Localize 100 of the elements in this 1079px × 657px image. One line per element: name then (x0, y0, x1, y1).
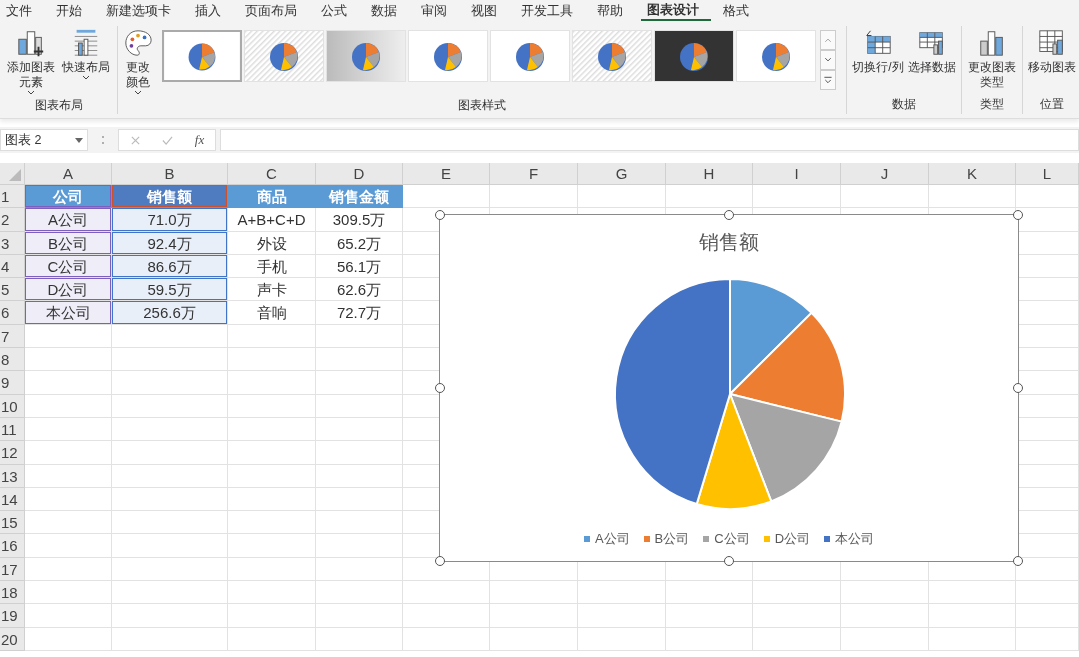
ribbon-button[interactable]: 切换行/列 (851, 26, 905, 77)
column-header[interactable]: D (316, 163, 403, 185)
row-header[interactable]: 12 (0, 441, 25, 465)
group-label: 图表布局 (34, 97, 83, 114)
legend-label: C公司 (714, 530, 750, 548)
column-header[interactable]: I (753, 163, 841, 185)
table-cell: D公司 (25, 278, 112, 302)
column-header[interactable]: C (228, 163, 316, 185)
row-header[interactable]: 20 (0, 627, 25, 651)
group-label: 类型 (979, 96, 1004, 113)
table-cell (1016, 604, 1079, 628)
table-cell: 59.5万 (112, 278, 228, 302)
table-cell: 92.4万 (112, 231, 228, 255)
column-header[interactable]: E (403, 163, 490, 185)
chart-add-icon (15, 28, 46, 58)
table-cell: 商品 (228, 185, 316, 209)
ribbon-tab[interactable]: 视图 (465, 1, 509, 21)
row-header[interactable]: 19 (0, 604, 25, 628)
column-header[interactable]: J (841, 163, 929, 185)
row-header[interactable]: 4 (0, 254, 25, 279)
row-header[interactable]: 15 (0, 511, 25, 535)
table-cell: C公司 (25, 254, 112, 279)
ribbon-tab[interactable]: 开发工具 (515, 1, 585, 21)
legend-label: D公司 (774, 530, 811, 548)
row-header[interactable]: 18 (0, 581, 25, 605)
ribbon-tab[interactable]: 审阅 (415, 1, 459, 21)
insert-function-button[interactable]: fx (194, 132, 205, 148)
table-cell: A公司 (25, 208, 112, 232)
palette-icon (123, 28, 154, 58)
column-header[interactable]: H (666, 163, 753, 185)
resize-handle[interactable] (1013, 210, 1023, 220)
column-header[interactable]: L (1016, 163, 1079, 185)
change-chart-type-button[interactable]: 更改图表类型 (965, 26, 1018, 92)
table-cell: 56.1万 (316, 254, 403, 279)
table-cell (1016, 581, 1079, 605)
ribbon-tab[interactable]: 公式 (315, 1, 359, 21)
row-header[interactable]: 3 (0, 231, 25, 255)
table-cell: 本公司 (25, 301, 112, 325)
table-cell (1016, 185, 1079, 209)
resize-handle[interactable] (724, 556, 734, 566)
table-cell: 声卡 (228, 278, 316, 302)
table-cell: 外设 (228, 231, 316, 255)
ribbon-tab[interactable]: 数据 (365, 1, 409, 21)
caret-icon (26, 90, 35, 95)
row-header[interactable]: 5 (0, 278, 25, 302)
chart-style-thumbnail[interactable] (162, 30, 243, 82)
table-cell: 手机 (228, 254, 316, 279)
row-header[interactable]: 1 (0, 185, 25, 209)
resize-handle[interactable] (435, 210, 445, 220)
ribbon-button[interactable]: 选择数据 (906, 26, 957, 77)
name-box[interactable]: 图表 2 (0, 129, 88, 151)
row-header[interactable]: 2 (0, 208, 25, 232)
row-header[interactable]: 11 (0, 417, 25, 442)
column-header[interactable]: F (490, 163, 578, 185)
column-header[interactable]: B (112, 163, 228, 185)
table-cell: A+B+C+D (228, 208, 316, 232)
row-header[interactable]: 6 (0, 301, 25, 325)
move-chart-button[interactable]: 移动图表 (1026, 26, 1077, 77)
column-header[interactable]: A (25, 163, 112, 185)
formula-input[interactable] (220, 129, 1079, 151)
resize-handle[interactable] (1013, 556, 1023, 566)
row-header[interactable]: 14 (0, 487, 25, 512)
caret-icon (134, 90, 143, 95)
ribbon-tab[interactable]: 新建选项卡 (100, 1, 183, 21)
row-header[interactable]: 16 (0, 534, 25, 558)
resize-handle[interactable] (1013, 383, 1023, 393)
drag-handle-icon[interactable] (101, 134, 105, 146)
table-cell: B公司 (25, 231, 112, 255)
legend-label: 本公司 (835, 530, 875, 548)
chart-title: 销售额 (699, 230, 759, 255)
ribbon-tab[interactable]: 帮助 (591, 1, 635, 21)
ribbon-button[interactable]: 添加图表元素 (4, 26, 58, 97)
table-cell: 65.2万 (316, 231, 403, 255)
ribbon-tab[interactable]: 开始 (50, 1, 94, 21)
group-label: 图表样式 (458, 97, 507, 114)
more-icon[interactable] (820, 70, 837, 90)
resize-handle[interactable] (724, 210, 734, 220)
resize-handle[interactable] (435, 383, 445, 393)
row-header[interactable]: 13 (0, 464, 25, 488)
ribbon-button[interactable]: 快速布局 (59, 26, 114, 82)
ribbon-tab[interactable]: 格式 (717, 1, 761, 21)
resize-handle[interactable] (435, 556, 445, 566)
row-header[interactable]: 10 (0, 394, 25, 418)
row-header[interactable]: 7 (0, 324, 25, 349)
table-cell: 销售金额 (316, 185, 403, 209)
row-header[interactable]: 8 (0, 348, 25, 372)
change-colors-button[interactable]: 更改颜色 (122, 26, 155, 97)
row-header[interactable]: 9 (0, 371, 25, 395)
table-cell (1016, 627, 1079, 651)
ribbon-tab[interactable]: 文件 (0, 1, 44, 21)
row-header[interactable]: 17 (0, 557, 25, 582)
ribbon-tab[interactable]: 插入 (189, 1, 233, 21)
dropdown-icon[interactable] (75, 137, 83, 143)
column-header[interactable]: K (929, 163, 1016, 185)
table-cell: 62.6万 (316, 278, 403, 302)
table-cell: 音响 (228, 301, 316, 325)
ribbon-tab[interactable]: 页面布局 (239, 1, 309, 21)
table-cell: 公司 (25, 185, 112, 209)
column-header[interactable]: G (578, 163, 666, 185)
check-icon[interactable] (162, 134, 174, 146)
